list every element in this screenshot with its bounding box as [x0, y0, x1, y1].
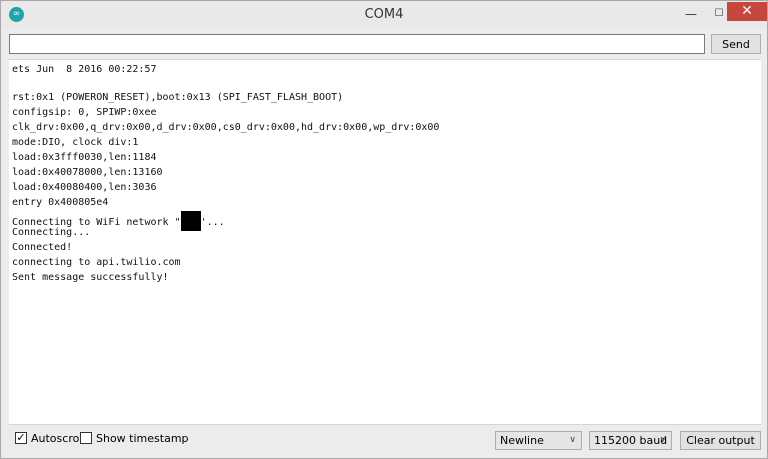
output-line: Connecting...	[12, 227, 91, 238]
output-line: clk_drv:0x00,q_drv:0x00,d_drv:0x00,cs0_d…	[12, 122, 440, 133]
baud-rate-value: 115200 baud	[594, 434, 668, 447]
autoscroll-label: Autoscroll	[31, 432, 86, 445]
chevron-down-icon: ∨	[569, 435, 576, 445]
output-line-wifi: Connecting to WiFi network " '...	[12, 211, 225, 231]
autoscroll-checkbox[interactable]: ✓	[15, 432, 27, 444]
minimize-icon[interactable]: —	[677, 4, 705, 24]
clear-output-button[interactable]: Clear output	[680, 431, 761, 450]
serial-output-area[interactable]: ets Jun 8 2016 00:22:57 rst:0x1 (POWERON…	[9, 59, 761, 425]
show-timestamp-checkbox[interactable]	[80, 432, 92, 444]
output-line: entry 0x400805e4	[12, 197, 109, 208]
close-icon[interactable]: ✕	[727, 2, 767, 21]
window-title: COM4	[364, 7, 404, 22]
serial-monitor-window: ∞ COM4 — ☐ ✕ Send ets Jun 8 2016 00:22:5…	[0, 0, 768, 459]
output-line: configsip: 0, SPIWP:0xee	[12, 107, 157, 118]
show-timestamp-toggle[interactable]: Show timestamp	[80, 432, 189, 448]
autoscroll-toggle[interactable]: ✓ Autoscroll	[15, 432, 85, 448]
bottom-toolbar: ✓ Autoscroll Show timestamp Newline ∨ 11…	[9, 429, 761, 451]
send-button[interactable]: Send	[711, 34, 761, 54]
baud-rate-select[interactable]: 115200 baud ∨	[589, 431, 672, 450]
send-row: Send	[9, 34, 761, 56]
output-line: mode:DIO, clock div:1	[12, 137, 139, 148]
line-ending-value: Newline	[500, 434, 544, 447]
title-bar[interactable]: ∞ COM4 — ☐ ✕	[1, 1, 767, 29]
show-timestamp-label: Show timestamp	[96, 432, 189, 445]
line-ending-select[interactable]: Newline ∨	[495, 431, 582, 450]
wifi-line-suffix: '...	[200, 217, 225, 228]
output-line: Sent message successfully!	[12, 272, 169, 283]
serial-send-input[interactable]	[9, 34, 705, 54]
output-line: connecting to api.twilio.com	[12, 257, 181, 268]
chevron-down-icon: ∨	[659, 435, 666, 445]
redacted-ssid-block	[180, 211, 201, 231]
output-line: Connected!	[12, 242, 73, 253]
output-line: load:0x3fff0030,len:1184	[12, 152, 157, 163]
output-line: ets Jun 8 2016 00:22:57	[12, 64, 157, 75]
output-line: load:0x40080400,len:3036	[12, 182, 157, 193]
output-line: load:0x40078000,len:13160	[12, 167, 163, 178]
output-line: rst:0x1 (POWERON_RESET),boot:0x13 (SPI_F…	[12, 92, 344, 103]
